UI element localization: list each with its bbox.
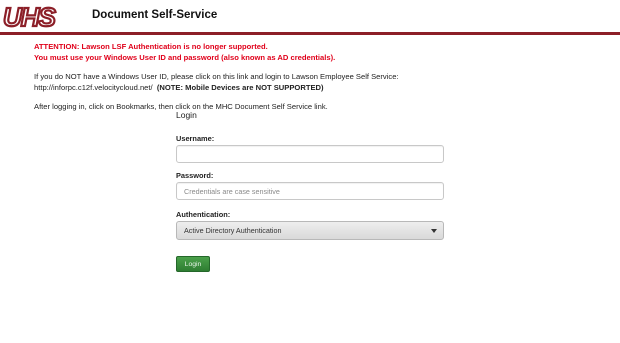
no-windows-id-text: If you do NOT have a Windows User ID, pl… [34,72,399,81]
authentication-selected-value: Active Directory Authentication [184,226,282,235]
authentication-select[interactable]: Active Directory Authentication [176,221,444,240]
notice-panel: ATTENTION: Lawson LSF Authentication is … [34,41,399,112]
username-label: Username: [176,134,215,143]
header: UHS Document Self-Service [0,0,620,32]
login-title: Login [176,110,197,120]
authentication-label: Authentication: [176,210,231,219]
password-input[interactable] [176,182,444,200]
uhs-logo: UHS [2,2,59,30]
mobile-note: (NOTE: Mobile Devices are NOT SUPPORTED) [156,83,324,92]
after-login-instructions: After logging in, click on Bookmarks, th… [34,102,328,111]
ess-link-line: http://inforpc.c12f.velocitycloud.net/ (… [34,82,399,93]
credentials-message: You must use your Windows User ID and pa… [34,53,336,62]
login-button[interactable]: Login [176,256,210,272]
app-title: Document Self-Service [92,9,218,21]
password-label: Password: [176,171,214,180]
header-divider [0,32,620,35]
svg-text:UHS: UHS [3,2,57,30]
username-input[interactable] [176,145,444,163]
attention-message: ATTENTION: Lawson LSF Authentication is … [34,42,268,51]
ess-link[interactable]: http://inforpc.c12f.velocitycloud.net/ [34,83,153,92]
chevron-down-icon [431,229,437,233]
